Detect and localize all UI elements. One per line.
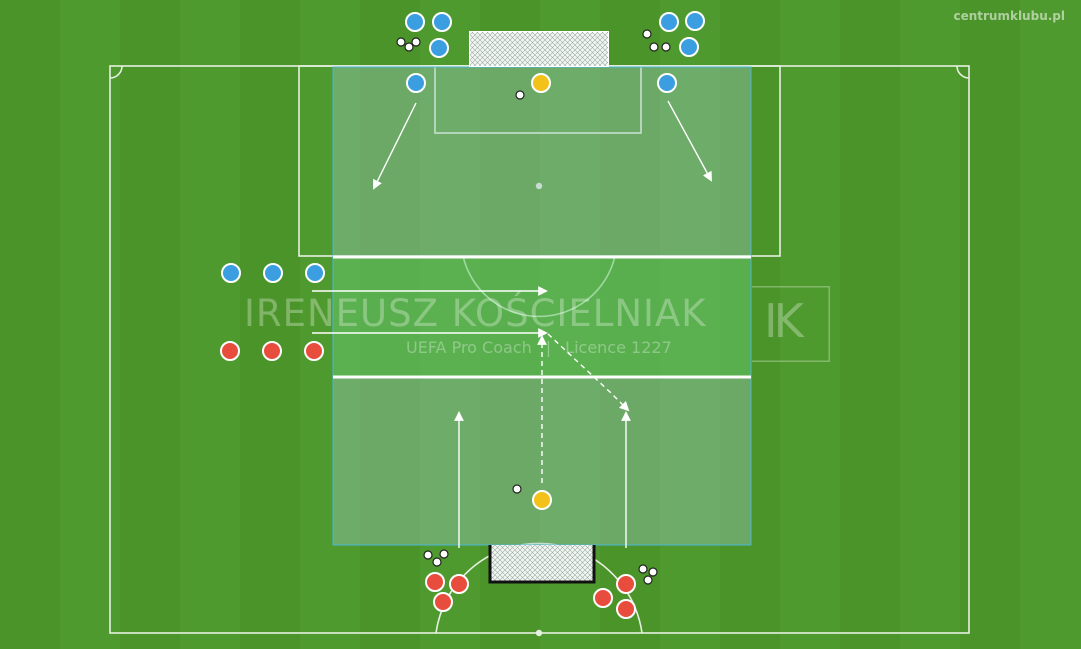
soccer-ball-icon: [515, 90, 525, 100]
blue-player: [429, 38, 449, 58]
red-player: [304, 341, 324, 361]
red-player: [616, 574, 636, 594]
centre-spot: [535, 629, 543, 637]
blue-player: [221, 263, 241, 283]
goal-bottom: [488, 545, 596, 584]
red-player: [262, 341, 282, 361]
watermark-logo-text: IK: [764, 294, 804, 348]
blue-player: [305, 263, 325, 283]
red-player: [593, 588, 613, 608]
watermark-separator: |: [545, 338, 552, 357]
site-credit: centrumklubu.pl: [953, 9, 1065, 23]
blue-player: [685, 11, 705, 31]
red-player: [616, 599, 636, 619]
zone-top: [332, 66, 752, 258]
blue-player: [263, 263, 283, 283]
watermark-licence: Licence 1227: [565, 338, 672, 357]
red-player: [220, 341, 240, 361]
watermark-role: UEFA Pro Coach: [406, 338, 532, 357]
goalkeeper-top: [531, 73, 551, 93]
blue-player: [406, 73, 426, 93]
goalkeeper-bottom: [532, 490, 552, 510]
red-player: [425, 572, 445, 592]
blue-player: [405, 12, 425, 32]
blue-player: [679, 37, 699, 57]
blue-player: [659, 12, 679, 32]
red-player: [433, 592, 453, 612]
blue-player: [432, 12, 452, 32]
drill-diagram: centrumklubu.pl IRENEUSZ KOŚCIELNIAK UEF…: [0, 0, 1081, 649]
watermark-logo: IK: [752, 284, 832, 364]
watermark-name: IRENEUSZ KOŚCIELNIAK: [244, 292, 707, 335]
goal-top: [469, 31, 609, 67]
red-player: [449, 574, 469, 594]
blue-player: [657, 73, 677, 93]
watermark-subtitle: UEFA Pro Coach | Licence 1227: [406, 338, 672, 357]
soccer-ball-icon: [512, 484, 522, 494]
